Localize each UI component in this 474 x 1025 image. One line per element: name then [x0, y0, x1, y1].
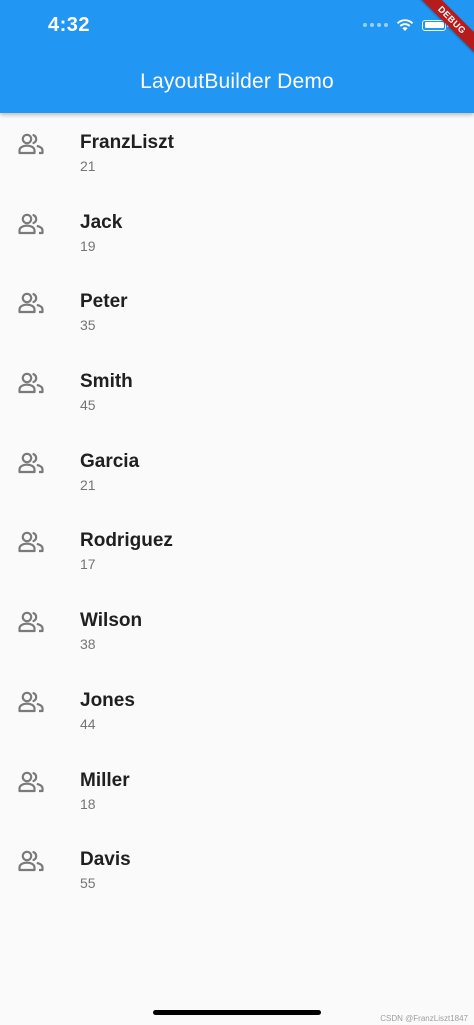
person-age: 44 [80, 715, 96, 732]
person-name: Jones [80, 689, 135, 711]
app-bar: 4:32 LayoutBuilder Demo [0, 0, 474, 113]
list-item[interactable]: Rodriguez 17 [0, 511, 474, 591]
person-age: 19 [80, 237, 96, 254]
list-item[interactable]: Davis 55 [0, 830, 474, 910]
list-item[interactable]: Wilson 38 [0, 591, 474, 671]
person-age: 18 [80, 795, 96, 812]
person-name: Peter [80, 291, 128, 313]
people-icon [18, 691, 44, 712]
signal-icon [363, 23, 388, 27]
people-icon [18, 452, 44, 473]
people-icon [18, 372, 44, 394]
wifi-icon [396, 19, 414, 31]
people-icon [18, 213, 44, 234]
person-name: Rodriguez [80, 530, 173, 552]
list-item[interactable]: Garcia 21 [0, 432, 474, 512]
person-name: Miller [80, 769, 130, 791]
list-item[interactable]: Miller 18 [0, 751, 474, 831]
page-title: LayoutBuilder Demo [140, 70, 334, 93]
person-age: 21 [80, 476, 96, 493]
list-item[interactable]: Jack 19 [0, 193, 474, 273]
list-item[interactable]: Peter 35 [0, 272, 474, 352]
debug-banner: DEBUG [414, 0, 474, 60]
person-age: 17 [80, 556, 96, 573]
list-item[interactable]: Smith 45 [0, 352, 474, 432]
person-age: 55 [80, 875, 96, 892]
list-item[interactable]: Jones 44 [0, 671, 474, 751]
people-icon [18, 532, 44, 553]
people-icon [18, 771, 44, 792]
people-icon [18, 293, 44, 314]
person-name: Smith [80, 371, 133, 393]
status-time: 4:32 [48, 14, 91, 36]
person-name: FranzLiszt [80, 132, 174, 153]
person-age: 21 [80, 158, 96, 174]
watermark: CSDN @FranzLiszt1847 [380, 1014, 468, 1023]
debug-label: DEBUG [415, 0, 474, 57]
person-name: Davis [80, 849, 131, 871]
list-item[interactable]: FranzLiszt 21 [0, 113, 474, 193]
person-age: 35 [80, 317, 96, 334]
person-name: Wilson [80, 610, 143, 632]
people-icon [18, 133, 44, 155]
people-icon [18, 611, 44, 633]
people-list: FranzLiszt 21 Jack 19 Peter 35 Smith 45 … [0, 113, 474, 910]
person-age: 45 [80, 397, 96, 414]
people-icon [18, 850, 44, 872]
person-age: 38 [80, 636, 96, 653]
home-indicator[interactable] [153, 1010, 321, 1015]
person-name: Garcia [80, 450, 140, 472]
person-name: Jack [80, 211, 123, 233]
